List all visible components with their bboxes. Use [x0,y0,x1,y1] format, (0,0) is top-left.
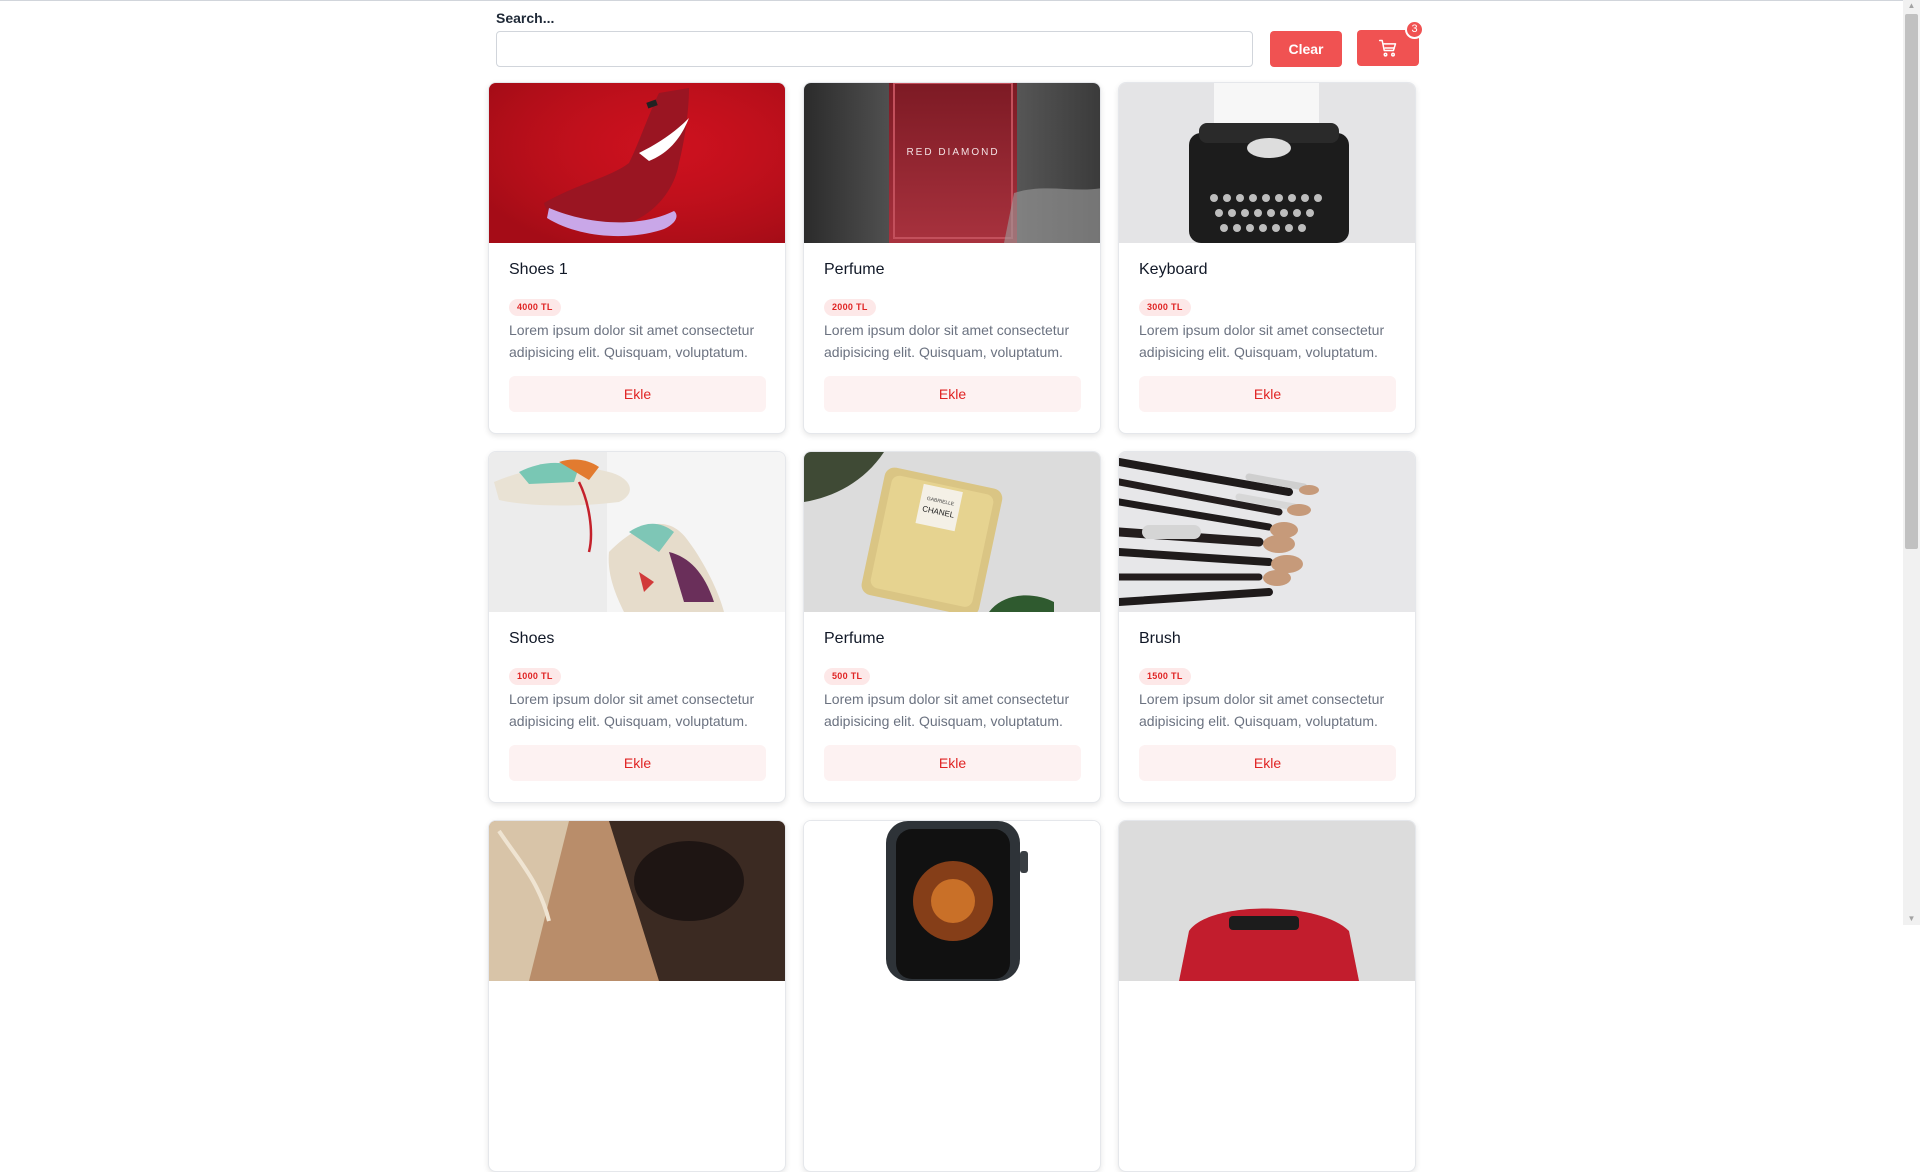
add-to-cart-button[interactable]: Ekle [824,745,1081,781]
product-description: Lorem ipsum dolor sit amet consectetur a… [824,322,1070,360]
scroll-up-arrow-icon[interactable]: ▲ [1905,0,1918,12]
add-to-cart-button[interactable]: Ekle [1139,376,1396,412]
product-title: Shoes 1 [509,261,568,278]
product-card: Keyboard 3000 TL Lorem ipsum dolor sit a… [1118,82,1416,434]
product-card [1118,820,1416,1172]
shopping-cart-icon [1378,39,1397,57]
price-badge: 1000 TL [509,668,561,685]
product-card: Shoes 1 4000 TL Lorem ipsum dolor sit am… [488,82,786,434]
price-badge: 1500 TL [1139,668,1191,685]
product-card: Brush 1500 TL Lorem ipsum dolor sit amet… [1118,451,1416,803]
product-image-sunglasses [489,821,785,981]
product-image-chanel-perfume: GABRIELLE CHANEL [804,452,1100,612]
search-area: Search... Clear 3 [496,10,1424,70]
product-card: GABRIELLE CHANEL Perfume 500 TL Lorem ip… [803,451,1101,803]
product-image-makeup-brushes [1119,452,1415,612]
price-badge: 2000 TL [824,299,876,316]
product-image-smartwatch [804,821,1100,981]
product-card [803,820,1101,1172]
product-title: Keyboard [1139,261,1208,278]
perfume-label-text: RED DIAMOND [906,147,999,158]
product-description: Lorem ipsum dolor sit amet consectetur a… [824,691,1070,729]
product-image-colorful-sneakers [489,452,785,612]
scrollbar-thumb[interactable] [1905,14,1918,549]
product-title: Shoes [509,630,555,647]
add-to-cart-button[interactable]: Ekle [824,376,1081,412]
scroll-down-arrow-icon[interactable]: ▼ [1905,913,1918,925]
product-card: RED DIAMOND Perfume 2000 TL Lorem ipsum … [803,82,1101,434]
product-image-red-bag [1119,821,1415,981]
product-title: Perfume [824,630,885,647]
add-to-cart-button[interactable]: Ekle [509,376,766,412]
add-to-cart-button[interactable]: Ekle [509,745,766,781]
search-label: Search... [496,10,555,26]
price-badge: 4000 TL [509,299,561,316]
product-image-red-sneaker [489,83,785,243]
product-card [488,820,786,1172]
price-badge: 3000 TL [1139,299,1191,316]
add-to-cart-button[interactable]: Ekle [1139,745,1396,781]
product-image-typewriter [1119,83,1415,243]
product-description: Lorem ipsum dolor sit amet consectetur a… [509,322,755,360]
product-description: Lorem ipsum dolor sit amet consectetur a… [509,691,755,729]
search-input[interactable] [496,31,1253,67]
main-container: Search... Clear 3 Shoes 1 4000 TL Lorem … [488,0,1424,1172]
clear-button[interactable]: Clear [1270,31,1342,67]
product-description: Lorem ipsum dolor sit amet consectetur a… [1139,691,1385,729]
cart-count-badge: 3 [1405,20,1424,39]
product-description: Lorem ipsum dolor sit amet consectetur a… [1139,322,1385,360]
price-badge: 500 TL [824,668,871,685]
product-title: Perfume [824,261,885,278]
product-card: Shoes 1000 TL Lorem ipsum dolor sit amet… [488,451,786,803]
product-title: Brush [1139,630,1181,647]
product-image-red-perfume-bottle: RED DIAMOND [804,83,1100,243]
